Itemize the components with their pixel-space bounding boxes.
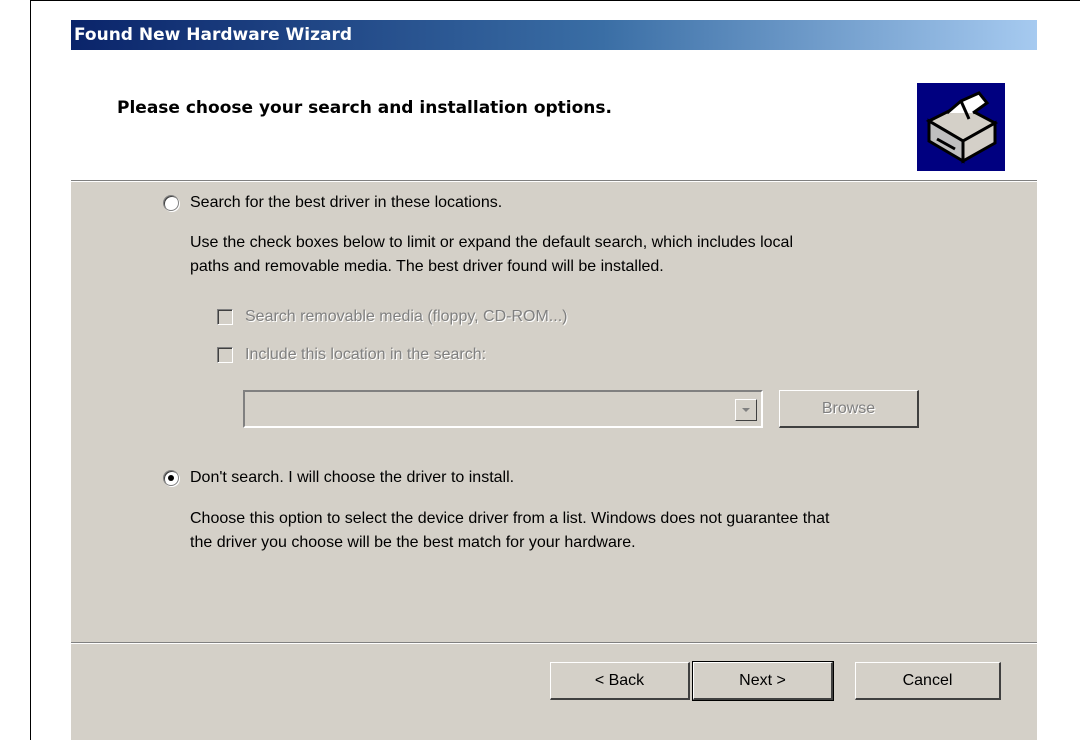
dont-search-label[interactable]: Don't search. I will choose the driver t… xyxy=(190,469,514,487)
back-button[interactable]: < Back xyxy=(550,662,690,700)
dont-search-radio[interactable] xyxy=(163,470,179,486)
window-title: Found New Hardware Wizard xyxy=(74,25,353,45)
chevron-down-icon[interactable] xyxy=(735,399,757,421)
search-locations-description-2: paths and removable media. The best driv… xyxy=(190,258,664,275)
search-locations-radio[interactable] xyxy=(163,195,179,211)
dont-search-description-1: Choose this option to select the device … xyxy=(190,510,830,527)
title-bar: Found New Hardware Wizard xyxy=(71,20,1037,50)
search-locations-description-1: Use the check boxes below to limit or ex… xyxy=(190,234,793,251)
browse-button[interactable]: Browse xyxy=(779,390,919,428)
location-combobox[interactable] xyxy=(243,390,763,428)
include-location-label[interactable]: Include this location in the search: xyxy=(245,346,486,364)
search-removable-media-label[interactable]: Search removable media (floppy, CD-ROM..… xyxy=(245,308,567,326)
wizard-window: Found New Hardware Wizard Please choose … xyxy=(71,20,1037,740)
next-button[interactable]: Next > xyxy=(692,661,834,701)
hardware-device-icon xyxy=(917,83,1005,171)
cancel-button[interactable]: Cancel xyxy=(855,662,1001,700)
radio-selected-dot xyxy=(168,475,174,481)
wizard-header: Please choose your search and installati… xyxy=(71,50,1037,181)
dont-search-description-2: the driver you choose will be the best m… xyxy=(190,534,636,551)
search-locations-label[interactable]: Search for the best driver in these loca… xyxy=(190,194,502,212)
include-location-checkbox[interactable] xyxy=(217,347,233,363)
header-title: Please choose your search and installati… xyxy=(117,98,612,118)
search-removable-media-checkbox[interactable] xyxy=(217,309,233,325)
